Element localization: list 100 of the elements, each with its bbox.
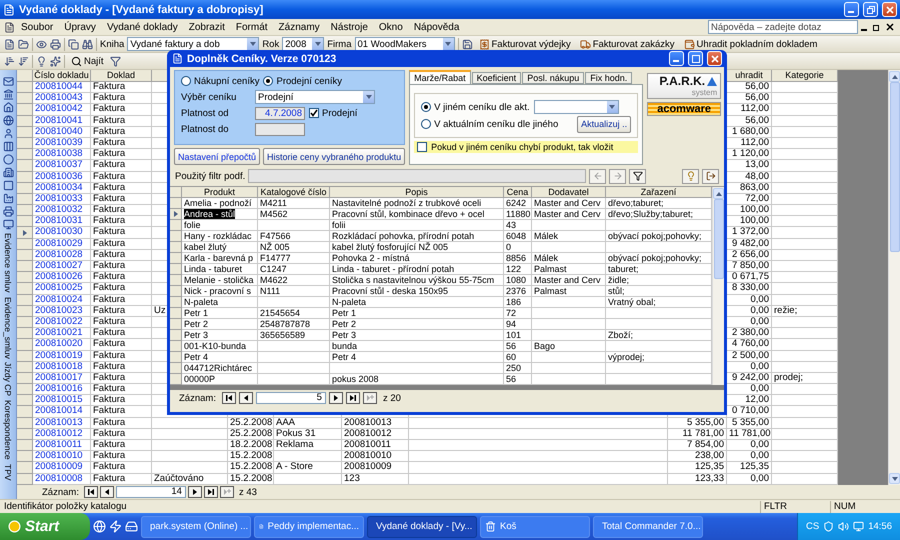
column-header[interactable]: Zařazení <box>606 187 712 198</box>
document-number-link[interactable]: 200810039 <box>33 138 91 150</box>
document-number-link[interactable]: 200810014 <box>33 406 91 418</box>
table-cell: Faktura <box>91 138 152 150</box>
rok-dropdown[interactable]: 2008 <box>282 37 324 51</box>
document-number-link[interactable]: 200810009 <box>33 462 91 474</box>
table-cell: Faktura <box>91 227 152 239</box>
menu-item[interactable]: Okno <box>374 22 408 32</box>
tab[interactable]: Fix hodn. <box>585 72 632 84</box>
table-cell: Petr 4 <box>182 352 258 363</box>
taskbar-button[interactable]: Peddy implementac... <box>254 516 364 538</box>
document-number-link[interactable]: 200810032 <box>33 205 91 216</box>
pricelist-type-radio[interactable]: Nákupní ceníky <box>181 76 260 86</box>
update-mode-radio[interactable]: V aktuálním ceníku dle jiného <box>421 118 558 130</box>
document-number-link[interactable]: 200810033 <box>33 194 91 206</box>
column-header[interactable]: uhradit <box>727 70 772 82</box>
table-cell: Stolička s nastavitelnou výškou 55-75cm <box>330 275 504 286</box>
sidebar-tab[interactable]: TPV <box>2 462 14 482</box>
taskbar-button[interactable]: Total Commander 7.0... <box>593 516 703 538</box>
firma-dropdown[interactable]: 01 WoodMakers <box>354 37 454 51</box>
table-cell: Linda - taburet - přírodní potah <box>330 264 504 275</box>
menu-item[interactable]: Soubor <box>16 22 58 32</box>
table-cell: 25.2.2008 <box>228 418 274 429</box>
document-number-link[interactable]: 200810018 <box>33 362 91 373</box>
document-number-link[interactable]: 200810010 <box>33 451 91 462</box>
document-number-link[interactable]: 200810026 <box>33 272 91 284</box>
sidebar-tab[interactable]: Jízdy CP <box>2 361 14 398</box>
column-header[interactable]: Katalogové číslo <box>258 187 330 198</box>
document-number-link[interactable]: 200810022 <box>33 316 91 328</box>
document-number-link[interactable]: 200810013 <box>33 418 91 429</box>
menu-item[interactable]: Nástroje <box>326 22 373 32</box>
menu-item[interactable]: Úpravy <box>59 22 101 32</box>
insert-missing-checkbox[interactable]: Pokud v jiném ceníku chybí produkt, tak vložit <box>414 141 638 153</box>
help-search-field[interactable]: Nápověda – zadejte dotaz <box>708 20 858 34</box>
table-cell: Faktura <box>91 362 152 373</box>
document-number-link[interactable]: 200810021 <box>33 328 91 340</box>
menu-item[interactable]: Zobrazit <box>184 22 230 32</box>
document-number-link[interactable]: 200810040 <box>33 126 91 138</box>
window-title: Vydané doklady - [Vydané faktury a dobropisy] <box>19 4 264 16</box>
tab[interactable]: Koeficient <box>472 72 522 84</box>
menu-item[interactable]: Nápověda <box>408 22 464 32</box>
table-cell: Faktura <box>91 395 152 406</box>
toolbar-button[interactable]: Fakturovat zakázky <box>576 38 678 50</box>
pricelist-type-radio[interactable]: Prodejní ceníky <box>263 76 342 86</box>
document-number-link[interactable]: 200810036 <box>33 172 91 183</box>
document-number-link[interactable]: 200810038 <box>33 149 91 160</box>
document-number-link[interactable]: 200810043 <box>33 93 91 104</box>
sidebar-tab[interactable]: Korespondence <box>2 399 14 461</box>
update-button[interactable]: Aktualizuj .. <box>577 116 632 132</box>
column-header[interactable]: Kategorie <box>772 70 838 82</box>
document-number-link[interactable]: 200810023 <box>33 306 91 317</box>
menu-item[interactable]: Formát <box>230 22 273 32</box>
document-number-link[interactable]: 200810037 <box>33 160 91 172</box>
column-header[interactable]: Číslo dokladu <box>33 70 91 82</box>
tab[interactable]: Posl. nákupu <box>522 72 584 84</box>
document-number-link[interactable]: 200810020 <box>33 339 91 350</box>
document-number-link[interactable]: 200810044 <box>33 82 91 94</box>
taskbar-button[interactable]: park.system (Online) ... <box>141 516 251 538</box>
dialog-button[interactable]: Historie ceny vybraného produktu <box>263 148 406 165</box>
toolbar-button[interactable]: Fakturovat výdejky <box>476 38 574 50</box>
sale-checkbox[interactable]: Prodejní <box>309 108 358 118</box>
document-number-link[interactable]: 200810030 <box>33 227 91 239</box>
document-number-link[interactable]: 200810016 <box>33 384 91 396</box>
column-header[interactable]: Popis <box>330 187 504 198</box>
tab[interactable]: Marže/Rabat <box>409 70 471 84</box>
taskbar-button[interactable]: Vydané doklady - [Vy... <box>367 516 477 538</box>
document-number-link[interactable]: 200810019 <box>33 350 91 362</box>
column-header[interactable]: Dodavatel <box>532 187 606 198</box>
table-cell: 122 <box>504 264 532 275</box>
pricelist-dropdown[interactable]: Prodejní <box>255 90 375 104</box>
column-header[interactable]: Cena <box>504 187 532 198</box>
update-mode-radio[interactable]: V jiném ceníku dle akt. <box>421 102 530 112</box>
document-number-link[interactable]: 200810042 <box>33 104 91 116</box>
record-number-field[interactable]: 14 <box>116 486 186 498</box>
menu-item[interactable]: Vydané doklady <box>102 22 183 32</box>
taskbar-button[interactable]: Koš <box>480 516 590 538</box>
document-number-link[interactable]: 200810015 <box>33 395 91 406</box>
document-number-link[interactable]: 200810012 <box>33 428 91 440</box>
sidebar-tab[interactable]: Evidence_smluv <box>2 296 14 360</box>
document-number-link[interactable]: 200810028 <box>33 250 91 261</box>
menu-item[interactable]: Záznamy <box>274 22 325 32</box>
document-number-link[interactable]: 200810011 <box>33 440 91 452</box>
document-number-link[interactable]: 200810024 <box>33 294 91 306</box>
document-number-link[interactable]: 200810027 <box>33 261 91 272</box>
table-cell: 18.2.2008 <box>228 440 274 452</box>
valid-from-field[interactable]: 4.7.2008 <box>255 106 305 120</box>
kniha-dropdown[interactable]: Vydané faktury a dob <box>127 37 260 51</box>
dialog-button[interactable]: Nastavení přepočtů <box>174 148 260 165</box>
record-number-field[interactable]: 5 <box>256 392 326 404</box>
document-number-link[interactable]: 200810025 <box>33 283 91 295</box>
document-number-link[interactable]: 200810017 <box>33 372 91 384</box>
document-number-link[interactable]: 200810041 <box>33 116 91 127</box>
toolbar-button[interactable]: Uhradit pokladním dokladem <box>680 38 820 50</box>
find-button[interactable]: Najít <box>68 56 107 66</box>
document-number-link[interactable]: 200810034 <box>33 182 91 194</box>
sidebar-tab[interactable]: Evidence smluv <box>2 232 14 294</box>
document-number-link[interactable]: 200810031 <box>33 216 91 228</box>
document-number-link[interactable]: 200810029 <box>33 238 91 250</box>
column-header[interactable]: Produkt <box>182 187 258 198</box>
column-header[interactable]: Doklad <box>91 70 152 82</box>
